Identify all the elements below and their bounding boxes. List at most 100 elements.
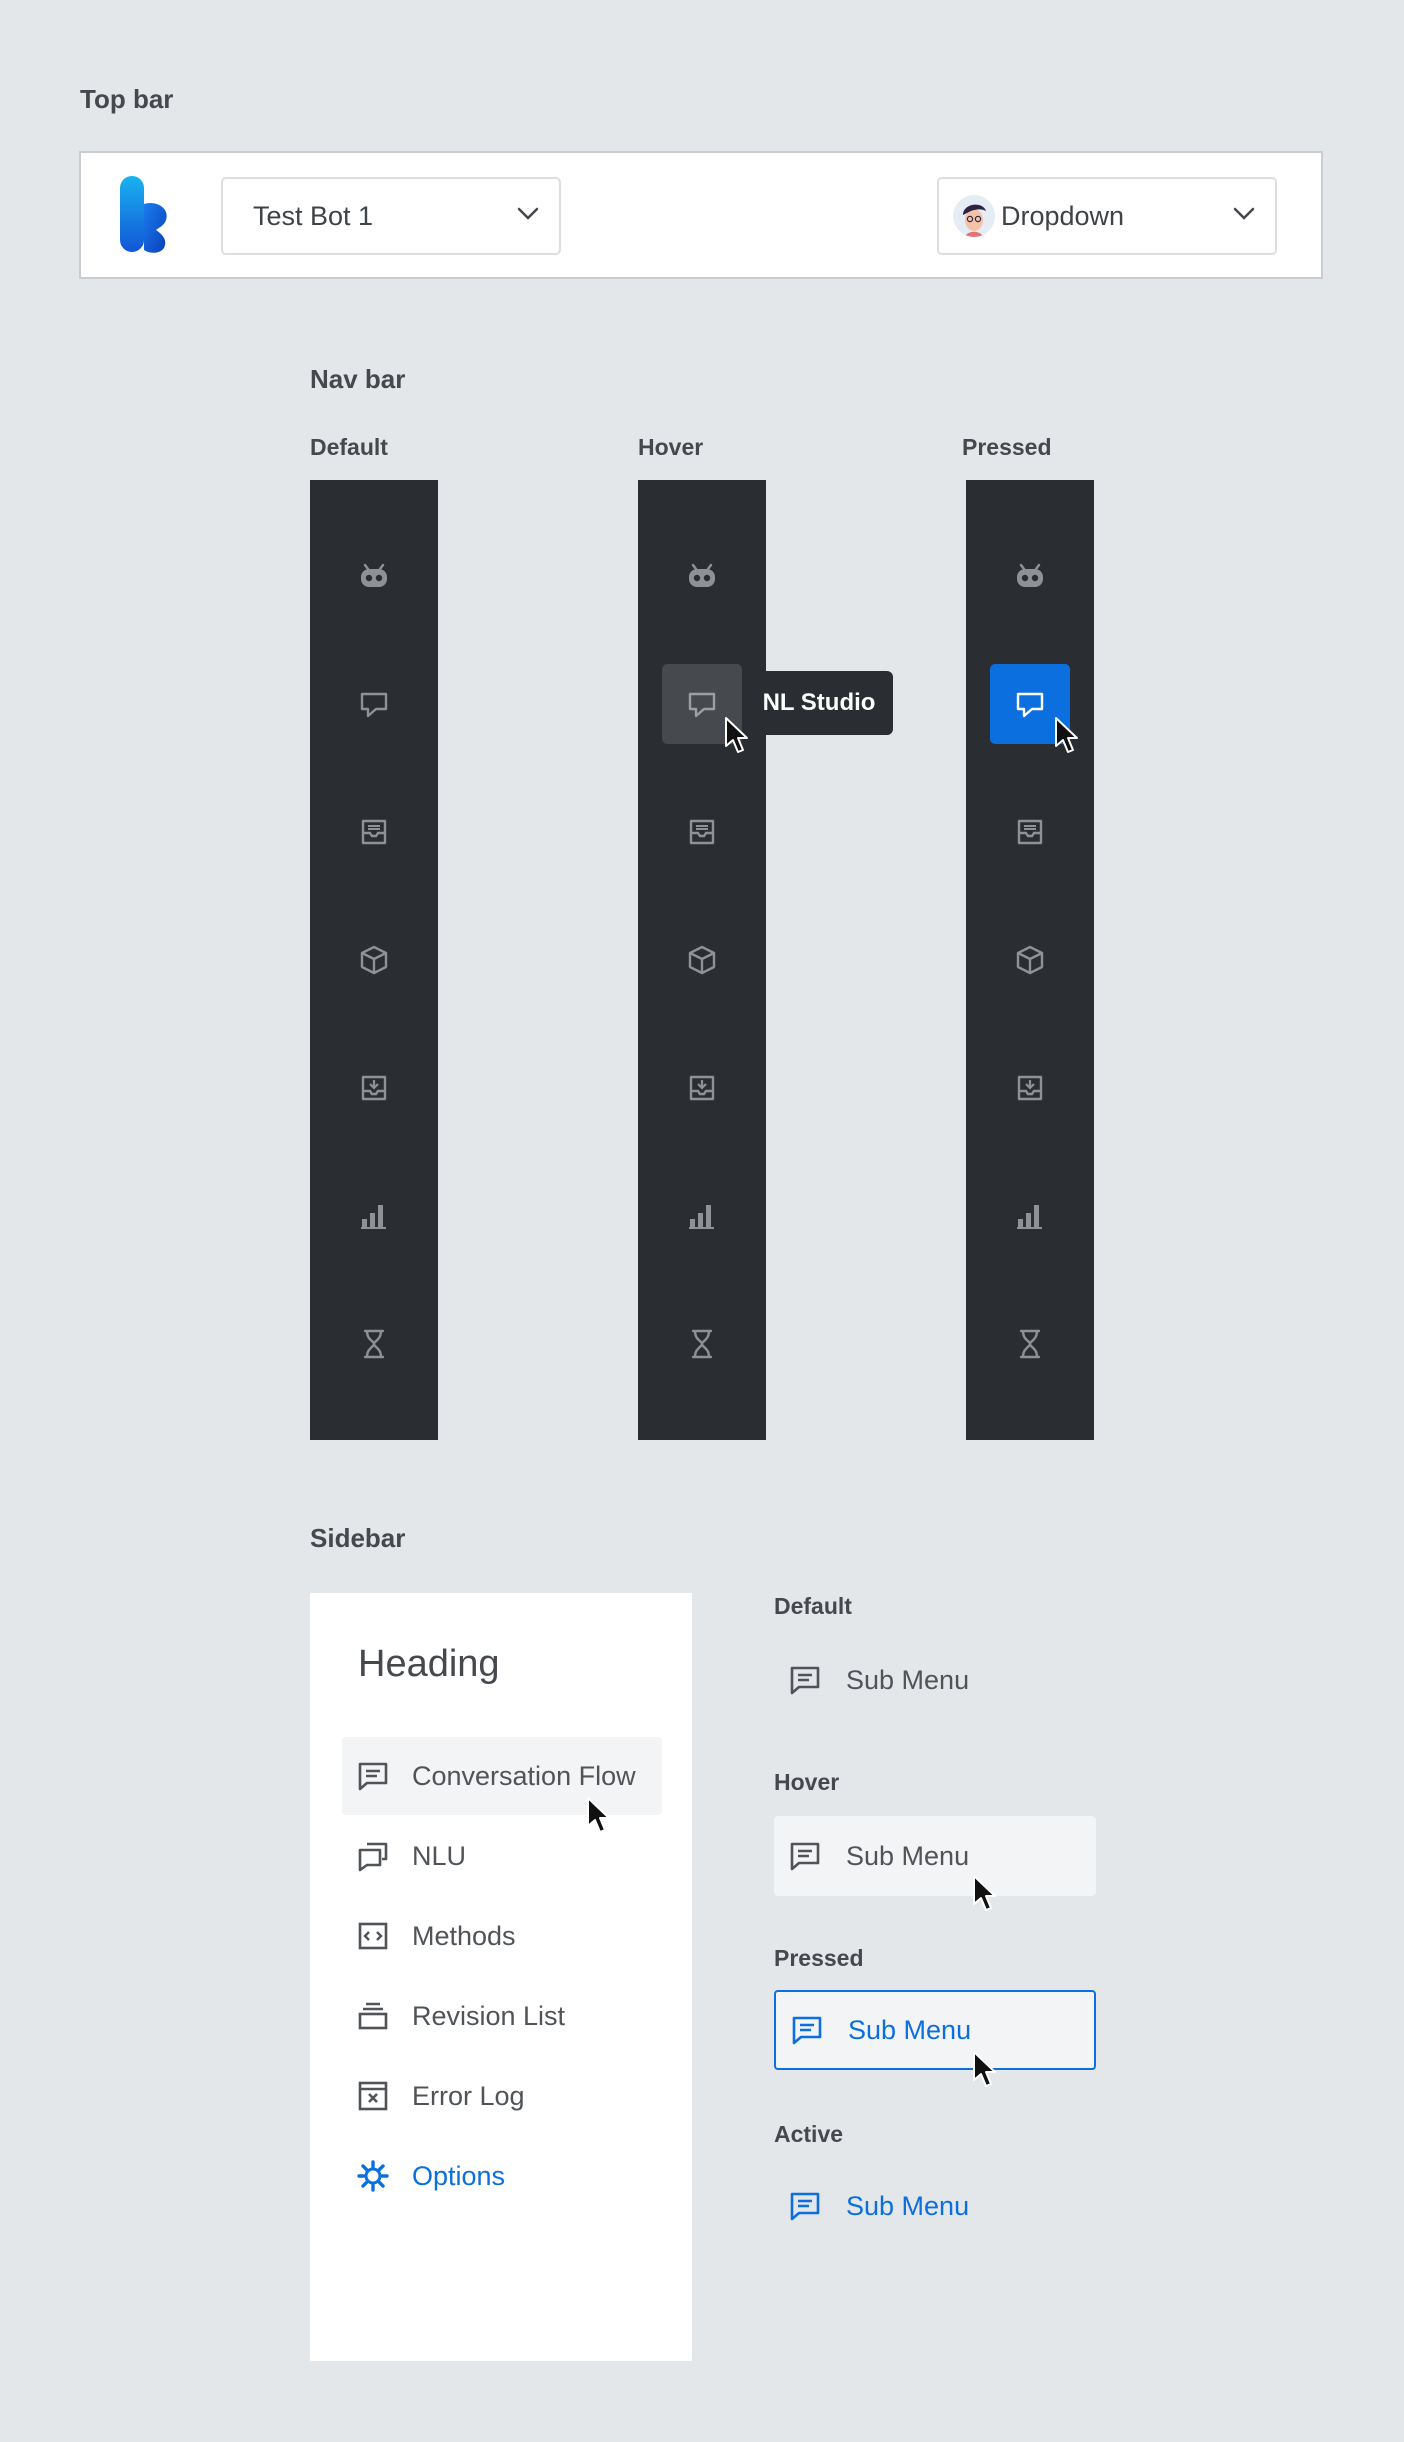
layers-icon <box>356 1999 390 2033</box>
error-window-icon <box>356 2079 390 2113</box>
nav-item-history[interactable] <box>334 1304 414 1384</box>
nav-item-bots[interactable] <box>334 536 414 616</box>
inbox-icon <box>1012 814 1048 850</box>
submenu-item-label: Sub Menu <box>846 2190 970 2221</box>
message-square-icon <box>790 2013 824 2047</box>
nav-item-history[interactable] <box>990 1304 1070 1384</box>
user-dropdown[interactable]: Dropdown <box>937 177 1277 255</box>
cube-icon <box>356 942 392 978</box>
message-square-icon <box>788 1663 822 1697</box>
nav-item-inbox[interactable] <box>662 792 742 872</box>
nav-item-nl-studio[interactable] <box>334 664 414 744</box>
nav-item-downloads[interactable] <box>990 1048 1070 1128</box>
nav-item-packages[interactable] <box>662 920 742 1000</box>
gear-icon <box>356 2159 390 2193</box>
sidebar-item-label: NLU <box>412 1840 467 1871</box>
sidebar-item-methods[interactable]: Methods <box>342 1897 662 1975</box>
nav-state-hover-label: Hover <box>638 434 704 460</box>
logo-icon[interactable] <box>118 174 174 254</box>
chat-bubble-icon <box>356 686 392 722</box>
message-square-icon <box>788 2189 822 2223</box>
hourglass-icon <box>684 1326 720 1362</box>
sidebar-item-options[interactable]: Options <box>342 2137 662 2215</box>
nl-studio-tooltip: NL Studio <box>745 671 893 735</box>
sidebar-item-error-log[interactable]: Error Log <box>342 2057 662 2135</box>
nav-item-inbox[interactable] <box>990 792 1070 872</box>
nav-item-analytics[interactable] <box>662 1176 742 1256</box>
robot-icon <box>684 558 720 594</box>
submenu-state-active-label: Active <box>774 2121 844 2147</box>
nav-item-analytics[interactable] <box>334 1176 414 1256</box>
bot-select-value: Test Bot 1 <box>253 200 374 231</box>
bar-chart-icon <box>356 1198 392 1234</box>
submenu-item-hover[interactable]: Sub Menu <box>774 1816 1096 1896</box>
submenu-item-active[interactable]: Sub Menu <box>774 2166 1096 2246</box>
nav-state-pressed-label: Pressed <box>962 434 1052 460</box>
submenu-item-default[interactable]: Sub Menu <box>774 1640 1096 1720</box>
sidebar-item-revision-list[interactable]: Revision List <box>342 1977 662 2055</box>
sidebar-item-label: Error Log <box>412 2080 525 2111</box>
robot-icon <box>356 558 392 594</box>
submenu-item-pressed[interactable]: Sub Menu <box>774 1990 1096 2070</box>
submenu-item-label: Sub Menu <box>846 1664 970 1695</box>
chat-bubble-icon <box>684 686 720 722</box>
nav-item-packages[interactable] <box>990 920 1070 1000</box>
mouse-cursor-icon <box>1054 716 1080 754</box>
nav-bar-section-title: Nav bar <box>310 364 406 394</box>
sidebar-section-title: Sidebar <box>310 1523 406 1553</box>
hourglass-icon <box>356 1326 392 1362</box>
sidebar-heading: Heading <box>358 1643 500 1685</box>
inbox-icon <box>684 814 720 850</box>
sidebar-item-label: Options <box>412 2160 506 2191</box>
submenu-state-pressed-label: Pressed <box>774 1945 864 1971</box>
nav-item-history[interactable] <box>662 1304 742 1384</box>
nav-bar-default <box>310 480 438 1440</box>
chevron-down-icon <box>517 207 539 220</box>
bar-chart-icon <box>1012 1198 1048 1234</box>
chevron-down-icon <box>1233 207 1255 220</box>
submenu-state-default-label: Default <box>774 1593 852 1619</box>
nav-item-analytics[interactable] <box>990 1176 1070 1256</box>
nav-state-default-label: Default <box>310 434 388 460</box>
sidebar-item-nlu[interactable]: NLU <box>342 1817 662 1895</box>
download-tray-icon <box>684 1070 720 1106</box>
user-dropdown-value: Dropdown <box>1001 200 1125 231</box>
mouse-cursor-icon <box>972 1874 998 1912</box>
top-bar-section-title: Top bar <box>80 84 174 114</box>
mouse-cursor-icon <box>724 716 750 754</box>
submenu-item-label: Sub Menu <box>848 2014 972 2045</box>
code-icon <box>356 1919 390 1953</box>
message-square-icon <box>788 1839 822 1873</box>
sidebar-item-label: Conversation Flow <box>412 1760 636 1791</box>
nav-item-bots[interactable] <box>990 536 1070 616</box>
avatar <box>953 195 995 237</box>
download-tray-icon <box>1012 1070 1048 1106</box>
mouse-cursor-icon <box>586 1796 612 1834</box>
hourglass-icon <box>1012 1326 1048 1362</box>
bot-select-dropdown[interactable]: Test Bot 1 <box>221 177 561 255</box>
mouse-cursor-icon <box>972 2050 998 2088</box>
sidebar-item-label: Methods <box>412 1920 516 1951</box>
nav-item-bots[interactable] <box>662 536 742 616</box>
cube-icon <box>684 942 720 978</box>
robot-icon <box>1012 558 1048 594</box>
download-tray-icon <box>356 1070 392 1106</box>
cube-icon <box>1012 942 1048 978</box>
submenu-state-hover-label: Hover <box>774 1769 840 1795</box>
inbox-icon <box>356 814 392 850</box>
nav-item-inbox[interactable] <box>334 792 414 872</box>
messages-icon <box>356 1839 390 1873</box>
chat-bubble-icon <box>1012 686 1048 722</box>
sidebar-panel: Heading Conversation Flow NLU Methods Re… <box>310 1593 692 2361</box>
message-square-icon <box>356 1759 390 1793</box>
nav-item-packages[interactable] <box>334 920 414 1000</box>
nav-bar-pressed <box>966 480 1094 1440</box>
sidebar-item-conversation-flow[interactable]: Conversation Flow <box>342 1737 662 1815</box>
submenu-item-label: Sub Menu <box>846 1840 970 1871</box>
nav-item-downloads[interactable] <box>334 1048 414 1128</box>
bar-chart-icon <box>684 1198 720 1234</box>
sidebar-item-label: Revision List <box>412 2000 566 2031</box>
nav-item-downloads[interactable] <box>662 1048 742 1128</box>
nav-bar-hover <box>638 480 766 1440</box>
top-bar: Test Bot 1 Dropdown <box>79 151 1323 279</box>
